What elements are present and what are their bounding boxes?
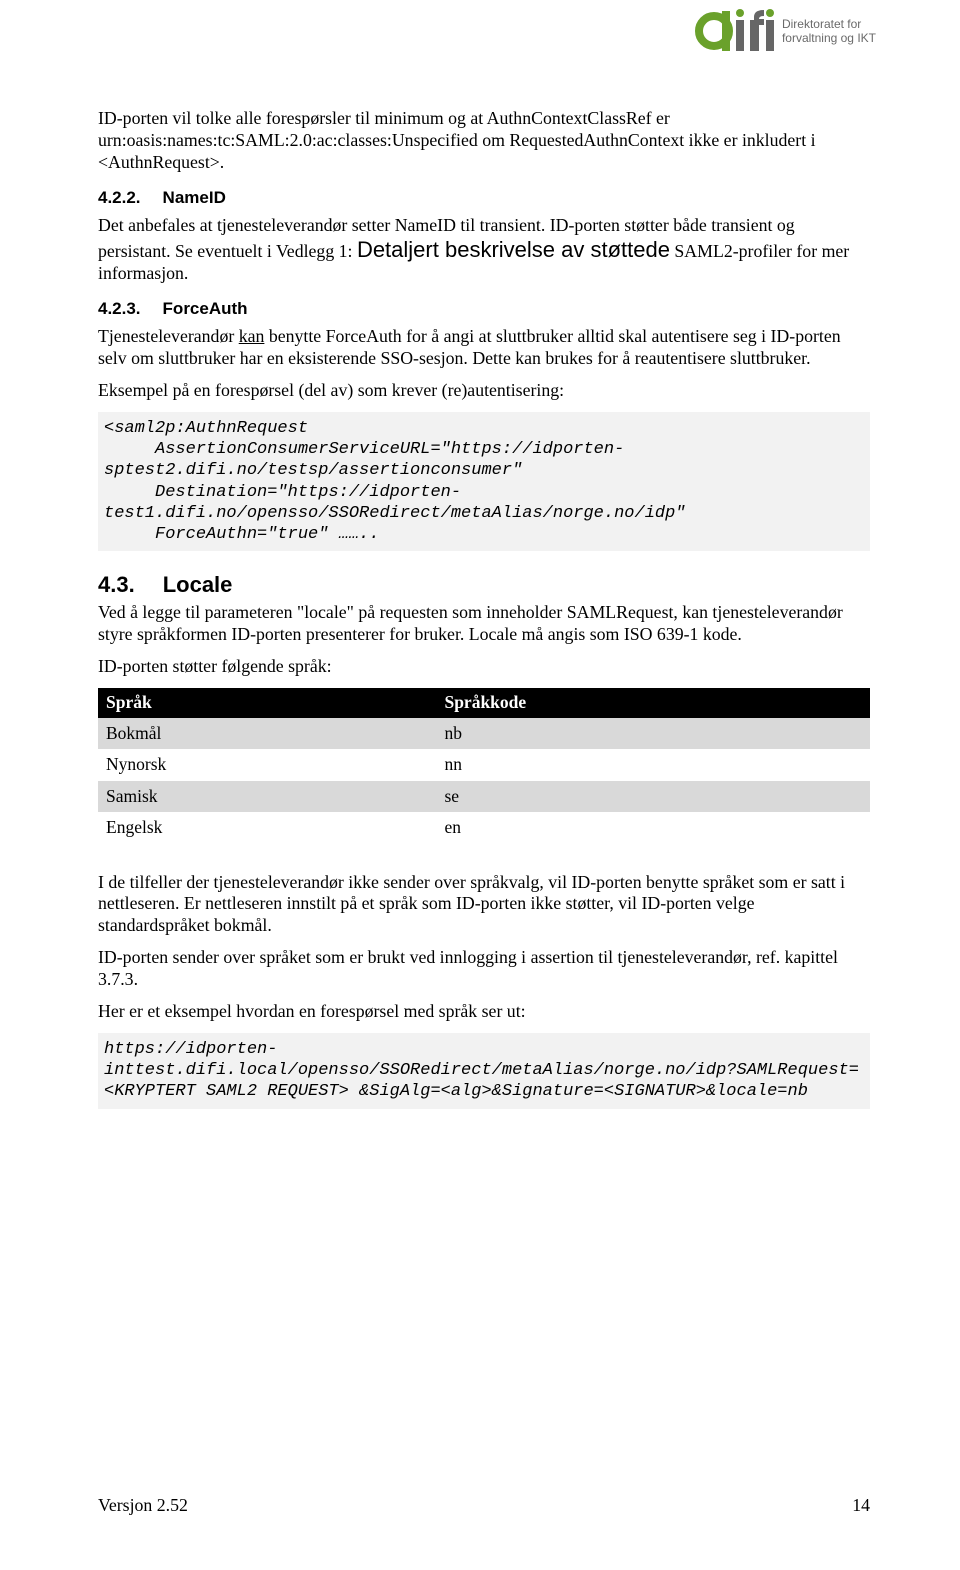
- difi-logo-icon: [690, 8, 776, 54]
- paragraph: Eksempel på en forespørsel (del av) som …: [98, 380, 870, 402]
- table-cell-lang: Bokmål: [98, 718, 436, 750]
- paragraph: Tjenesteleverandør kan benytte ForceAuth…: [98, 326, 870, 370]
- table-header-code: Språkkode: [436, 688, 870, 718]
- paragraph: Det anbefales at tjenesteleverandør sett…: [98, 215, 870, 286]
- paragraph: I de tilfeller der tjenesteleverandør ik…: [98, 872, 870, 938]
- table-cell-code: nb: [436, 718, 870, 750]
- logo-text-line2: forvaltning og IKT: [782, 31, 876, 45]
- table-row: Bokmålnb: [98, 718, 870, 750]
- paragraph: Ved å legge til parameteren "locale" på …: [98, 602, 870, 646]
- paragraph: Her er et eksempel hvordan en forespørse…: [98, 1001, 870, 1023]
- table-header-lang: Språk: [98, 688, 436, 718]
- document-body: ID-porten vil tolke alle forespørsler ti…: [98, 108, 870, 1109]
- table-cell-lang: Samisk: [98, 781, 436, 813]
- heading-43: 4.3.Locale: [98, 571, 870, 598]
- footer-page-number: 14: [852, 1495, 870, 1516]
- paragraph: ID-porten støtter følgende språk:: [98, 656, 870, 678]
- logo-text-line1: Direktoratet for: [782, 17, 876, 31]
- table-cell-code: se: [436, 781, 870, 813]
- table-cell-lang: Nynorsk: [98, 749, 436, 781]
- table-row: Nynorsknn: [98, 749, 870, 781]
- paragraph: ID-porten vil tolke alle forespørsler ti…: [98, 108, 870, 174]
- table-row: Samiskse: [98, 781, 870, 813]
- table-cell-code: en: [436, 812, 870, 844]
- page-footer: Versjon 2.52 14: [98, 1495, 870, 1516]
- table-cell-lang: Engelsk: [98, 812, 436, 844]
- table-row: Engelsken: [98, 812, 870, 844]
- vedlegg-link: Detaljert beskrivelse av støttede: [357, 237, 670, 262]
- paragraph: ID-porten sender over språket som er bru…: [98, 947, 870, 991]
- table-cell-code: nn: [436, 749, 870, 781]
- footer-version: Versjon 2.52: [98, 1495, 188, 1516]
- code-block-1: <saml2p:AuthnRequest AssertionConsumerSe…: [98, 412, 870, 552]
- heading-423: 4.2.3.ForceAuth: [98, 299, 870, 320]
- code-block-2: https://idporten-inttest.difi.local/open…: [98, 1033, 870, 1109]
- heading-422: 4.2.2.NameID: [98, 188, 870, 209]
- difi-logo: Direktoratet for forvaltning og IKT: [690, 8, 876, 54]
- language-table: Språk Språkkode BokmålnbNynorsknnSamisks…: [98, 688, 870, 844]
